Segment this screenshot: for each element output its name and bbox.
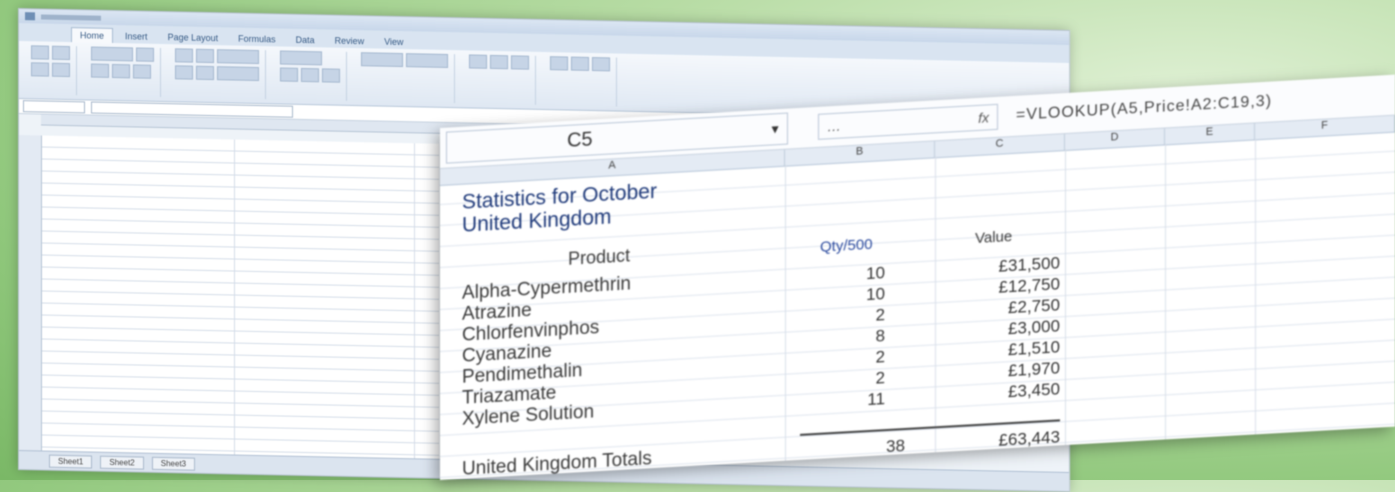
sheet-tab-1[interactable]: Sheet1 [49, 454, 93, 469]
header-product[interactable]: Product [568, 245, 630, 269]
number-format-select[interactable] [280, 50, 322, 66]
insert-cells-button[interactable] [469, 54, 487, 69]
background-row-headers [19, 135, 42, 452]
row-qty[interactable]: 2 [835, 368, 885, 391]
office-button-icon[interactable] [25, 12, 35, 21]
zoomed-spreadsheet-panel: C5 ▼ … fx =VLOOKUP(A5,Price!A2:C19,3) A … [440, 74, 1395, 480]
wrap-text-button[interactable] [217, 49, 259, 65]
ribbon-group-cells [463, 54, 536, 105]
sheet-tab-2[interactable]: Sheet2 [100, 455, 144, 470]
grid-column-divider [785, 164, 786, 461]
font-name-select[interactable] [91, 46, 133, 62]
copy-button[interactable] [31, 62, 49, 77]
tab-review[interactable]: Review [327, 33, 373, 48]
align-middle-button[interactable] [196, 48, 214, 64]
row-qty[interactable]: 10 [835, 284, 885, 307]
grid-column-divider [234, 139, 235, 456]
ribbon-group-clipboard [25, 45, 77, 96]
format-painter-button[interactable] [52, 62, 70, 78]
insert-function-button[interactable]: fx [978, 109, 989, 126]
sort-filter-button[interactable] [571, 56, 589, 71]
italic-button[interactable] [112, 63, 130, 79]
align-top-button[interactable] [175, 48, 193, 63]
tab-insert[interactable]: Insert [117, 29, 156, 44]
grid-column-divider [414, 143, 415, 460]
quick-access-toolbar[interactable] [41, 13, 101, 21]
percent-button[interactable] [301, 67, 319, 83]
row-qty[interactable]: 2 [835, 305, 885, 328]
tab-view[interactable]: View [376, 35, 411, 50]
cell-reference: C5 [567, 127, 593, 152]
align-left-button[interactable] [175, 65, 193, 80]
row-qty[interactable]: 8 [835, 326, 885, 349]
conditional-formatting-button[interactable] [361, 52, 403, 68]
format-cells-button[interactable] [511, 55, 529, 70]
ribbon-group-editing [544, 56, 617, 107]
merge-center-button[interactable] [217, 66, 259, 82]
comma-button[interactable] [322, 68, 340, 83]
row-qty[interactable]: 11 [835, 389, 885, 412]
delete-cells-button[interactable] [490, 54, 508, 70]
align-center-button[interactable] [196, 65, 214, 81]
autosum-button[interactable] [550, 56, 568, 71]
tab-page-layout[interactable]: Page Layout [160, 30, 227, 45]
cut-button[interactable] [52, 45, 70, 61]
tab-data[interactable]: Data [288, 33, 323, 48]
row-qty[interactable]: 10 [835, 263, 885, 286]
ribbon-group-font [85, 46, 161, 97]
grid-column-divider [935, 156, 936, 453]
grid-column-divider [1255, 138, 1256, 435]
grid-column-divider [1165, 143, 1166, 440]
ribbon-group-number [274, 50, 347, 101]
grid-column-divider [1065, 149, 1066, 446]
underline-button[interactable] [133, 64, 151, 79]
row-product[interactable]: Alpha-Cypermethrin [462, 273, 631, 304]
bold-button[interactable] [91, 63, 109, 78]
chevron-down-icon[interactable]: ▼ [769, 122, 781, 137]
fx-button-area[interactable]: … fx [818, 103, 998, 140]
paste-button[interactable] [31, 45, 49, 60]
cell-grid[interactable]: Statistics for October United Kingdom Pr… [440, 130, 1395, 480]
ribbon-group-styles [355, 52, 455, 104]
sheet-tab-3[interactable]: Sheet3 [151, 456, 196, 471]
tab-formulas[interactable]: Formulas [230, 31, 284, 46]
formula-input[interactable]: =VLOOKUP(A5,Price!A2:C19,3) [1016, 92, 1272, 124]
ribbon-group-alignment [169, 48, 266, 100]
row-qty[interactable]: 2 [835, 347, 885, 370]
font-size-select[interactable] [136, 47, 154, 62]
tab-home[interactable]: Home [71, 27, 114, 43]
find-select-button[interactable] [592, 57, 610, 72]
currency-button[interactable] [280, 67, 298, 82]
background-sheet-grid[interactable] [19, 135, 439, 460]
fx-icon: … [827, 117, 841, 135]
header-qty[interactable]: Qty/500 [820, 236, 873, 256]
header-value[interactable]: Value [975, 228, 1012, 247]
background-name-box[interactable] [23, 100, 85, 114]
format-as-table-button[interactable] [406, 53, 448, 69]
